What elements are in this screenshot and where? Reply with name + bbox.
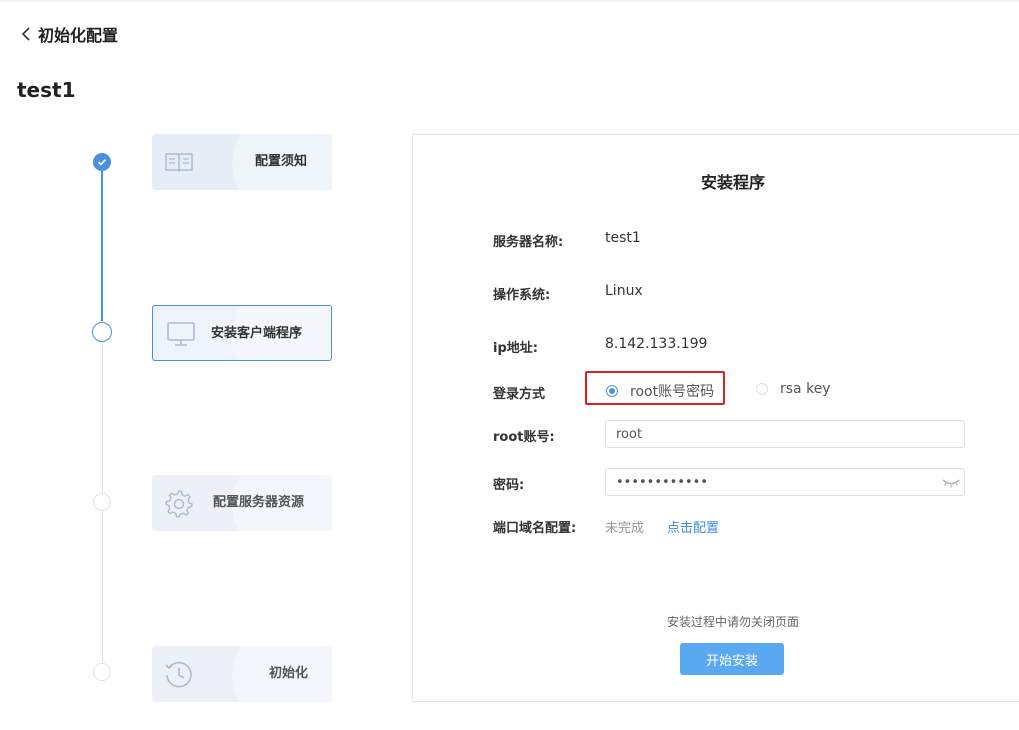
step-card-initialize[interactable]: 初始化 <box>152 646 332 702</box>
check-icon <box>97 158 107 166</box>
step-1-dot <box>93 153 111 171</box>
step-2-dot <box>92 322 112 342</box>
step-4-dot <box>93 663 111 681</box>
server-name-label: 服务器名称: <box>493 235 564 250</box>
step-label-initialize: 初始化 <box>269 666 309 681</box>
step-card-install-client[interactable]: 安装客户端程序 <box>152 305 332 361</box>
login-option-rsa-key-label: rsa key <box>780 381 831 397</box>
root-account-label: root账号: <box>493 430 555 445</box>
install-panel: 安装程序 服务器名称: test1 操作系统: Linux ip地址: 8.14… <box>412 134 1019 702</box>
stepper-line-done <box>101 171 103 321</box>
step-3-dot <box>93 493 111 511</box>
step-card-server-resources[interactable]: 配置服务器资源 <box>152 475 332 531</box>
back-button[interactable]: 初始化配置 <box>20 22 118 46</box>
chevron-left-icon <box>21 27 30 41</box>
panel-title: 安装程序 <box>701 173 766 192</box>
gear-icon <box>165 490 193 518</box>
radio-unselected-icon <box>756 383 768 395</box>
root-account-input[interactable] <box>605 420 965 448</box>
password-label: 密码: <box>493 478 525 493</box>
ip-value: 8.142.133.199 <box>605 336 708 352</box>
book-icon <box>165 153 193 173</box>
port-status: 未完成 <box>605 521 645 536</box>
server-name-value: test1 <box>605 230 641 246</box>
top-divider <box>0 0 1019 2</box>
step-label-notice: 配置须知 <box>255 154 308 169</box>
step-card-notice[interactable]: 配置须知 <box>152 134 332 190</box>
radio-selected-icon <box>606 385 618 397</box>
ip-label: ip地址: <box>493 341 538 356</box>
start-install-button[interactable]: 开始安装 <box>680 643 784 675</box>
back-title: 初始化配置 <box>38 26 119 45</box>
step-label-install-client: 安装客户端程序 <box>211 326 303 341</box>
login-option-root-password[interactable]: root账号密码 <box>606 381 714 401</box>
configure-link[interactable]: 点击配置 <box>667 517 719 536</box>
port-domain-label: 端口域名配置: <box>493 521 577 536</box>
login-option-rsa-key[interactable]: rsa key <box>756 381 831 397</box>
eye-closed-icon[interactable] <box>941 475 961 489</box>
clock-icon <box>165 661 192 688</box>
step-label-server-resources: 配置服务器资源 <box>213 495 305 510</box>
password-input[interactable] <box>605 468 965 496</box>
install-note: 安装过程中请勿关闭页面 <box>667 615 800 629</box>
login-option-root-password-label: root账号密码 <box>630 384 715 400</box>
os-value: Linux <box>605 283 643 299</box>
login-method-label: 登录方式 <box>493 387 546 402</box>
page-title: test1 <box>17 78 76 102</box>
monitor-icon <box>167 322 195 346</box>
os-label: 操作系统: <box>493 288 551 303</box>
